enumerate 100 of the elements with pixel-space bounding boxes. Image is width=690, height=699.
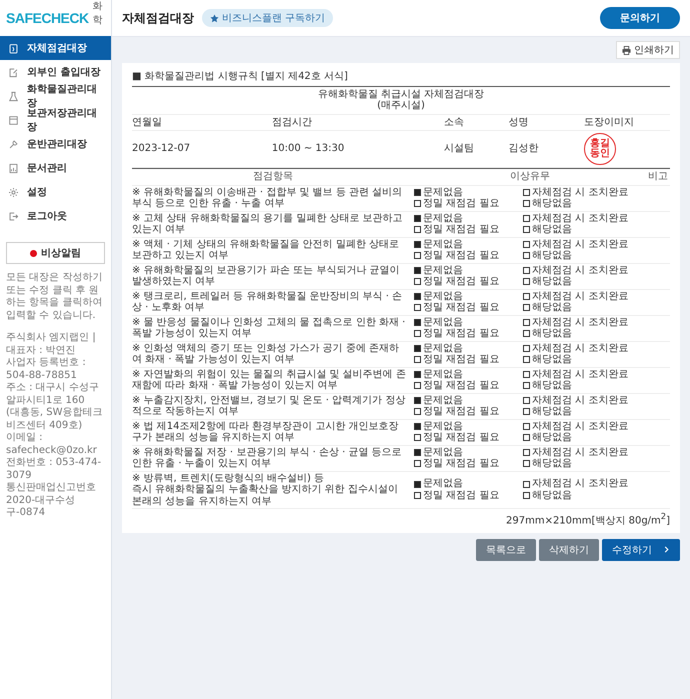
checkbox[interactable] [523, 266, 530, 274]
status-option[interactable]: 자체점검 시 조치완료 [523, 316, 646, 328]
checkbox[interactable] [523, 370, 530, 378]
checkbox[interactable] [523, 356, 530, 364]
checkbox[interactable] [523, 422, 530, 430]
checkbox[interactable] [523, 480, 530, 488]
checkbox[interactable] [414, 460, 421, 468]
checkbox[interactable] [414, 292, 421, 300]
checkbox[interactable] [414, 266, 421, 274]
sidebar-item[interactable]: 운반관리대장 [0, 132, 111, 156]
status-option[interactable]: 자체점검 시 조치완료 [523, 290, 646, 302]
status-option[interactable]: 자체점검 시 조치완료 [523, 238, 646, 250]
checkbox[interactable] [414, 278, 421, 286]
checkbox[interactable] [523, 188, 530, 196]
status-option[interactable]: 문제없음 [414, 316, 517, 328]
action-button[interactable]: 수정하기 [602, 538, 680, 561]
sidebar-item[interactable]: 로그아웃 [0, 204, 111, 228]
checkbox[interactable] [523, 330, 530, 338]
status-option[interactable]: 문제없음 [414, 420, 517, 432]
status-option[interactable]: 문제없음 [414, 238, 517, 250]
sidebar-item[interactable]: 설정 [0, 180, 111, 204]
status-option[interactable]: 자체점검 시 조치완료 [523, 342, 646, 354]
checkbox[interactable] [414, 408, 421, 416]
checkbox[interactable] [523, 292, 530, 300]
checkbox[interactable] [414, 356, 421, 364]
checkbox[interactable] [523, 278, 530, 286]
checkbox[interactable] [523, 434, 530, 442]
status-option[interactable]: 자체점검 시 조치완료 [523, 394, 646, 406]
checkbox[interactable] [523, 226, 530, 234]
status-option[interactable]: 문제없음 [414, 368, 517, 380]
sidebar-item[interactable]: 문서관리 [0, 156, 111, 180]
checkbox[interactable] [414, 448, 421, 456]
status-option[interactable]: 자체점검 시 조치완료 [523, 264, 646, 276]
print-button[interactable]: 인쇄하기 [616, 41, 680, 59]
checkbox[interactable] [523, 200, 530, 208]
status-option[interactable]: 정밀 재점검 필요 [414, 432, 517, 444]
status-option[interactable]: 해당없음 [523, 224, 646, 236]
status-option[interactable]: 문제없음 [414, 478, 517, 490]
checkbox[interactable] [414, 188, 421, 196]
checkbox[interactable] [414, 200, 421, 208]
status-option[interactable]: 정밀 재점검 필요 [414, 198, 517, 210]
action-button[interactable]: 목록으로 [476, 538, 536, 561]
checkbox[interactable] [523, 460, 530, 468]
sidebar-item[interactable]: 보관저장관리대장 [0, 108, 111, 132]
status-option[interactable]: 문제없음 [414, 446, 517, 458]
checkbox[interactable] [523, 344, 530, 352]
status-option[interactable]: 정밀 재점검 필요 [414, 354, 517, 366]
checkbox[interactable] [414, 434, 421, 442]
checkbox[interactable] [523, 396, 530, 404]
status-option[interactable]: 해당없음 [523, 302, 646, 314]
status-option[interactable]: 자체점검 시 조치완료 [523, 478, 646, 490]
action-button[interactable]: 삭제하기 [539, 538, 599, 561]
checkbox[interactable] [523, 492, 530, 499]
subscribe-badge[interactable]: 비즈니스플랜 구독하기 [202, 9, 334, 27]
checkbox[interactable] [523, 214, 530, 222]
status-option[interactable]: 문제없음 [414, 186, 517, 198]
checkbox[interactable] [523, 408, 530, 416]
checkbox[interactable] [523, 318, 530, 326]
sidebar-item[interactable]: 외부인 출입대장 [0, 60, 111, 84]
status-option[interactable]: 문제없음 [414, 342, 517, 354]
status-option[interactable]: 정밀 재점검 필요 [414, 250, 517, 262]
checkbox[interactable] [523, 382, 530, 390]
status-option[interactable]: 자체점검 시 조치완료 [523, 186, 646, 198]
checkbox[interactable] [414, 252, 421, 260]
checkbox[interactable] [414, 480, 421, 488]
checkbox[interactable] [414, 492, 421, 499]
status-option[interactable]: 자체점검 시 조치완료 [523, 446, 646, 458]
status-option[interactable]: 정밀 재점검 필요 [414, 406, 517, 418]
checkbox[interactable] [414, 318, 421, 326]
status-option[interactable]: 해당없음 [523, 432, 646, 444]
status-option[interactable]: 자체점검 시 조치완료 [523, 368, 646, 380]
status-option[interactable]: 정밀 재점검 필요 [414, 380, 517, 392]
status-option[interactable]: 해당없음 [523, 354, 646, 366]
checkbox[interactable] [414, 240, 421, 248]
checkbox[interactable] [414, 396, 421, 404]
sidebar-item[interactable]: 화학물질관리대장 [0, 84, 111, 108]
checkbox[interactable] [414, 422, 421, 430]
checkbox[interactable] [414, 344, 421, 352]
checkbox[interactable] [414, 304, 421, 312]
status-option[interactable]: 정밀 재점검 필요 [414, 302, 517, 314]
status-option[interactable]: 해당없음 [523, 276, 646, 288]
status-option[interactable]: 정밀 재점검 필요 [414, 490, 517, 502]
status-option[interactable]: 정밀 재점검 필요 [414, 224, 517, 236]
status-option[interactable]: 문제없음 [414, 212, 517, 224]
contact-button[interactable]: 문의하기 [600, 7, 680, 29]
status-option[interactable]: 해당없음 [523, 198, 646, 210]
checkbox[interactable] [523, 252, 530, 260]
status-option[interactable]: 정밀 재점검 필요 [414, 458, 517, 470]
status-option[interactable]: 해당없음 [523, 380, 646, 392]
status-option[interactable]: 해당없음 [523, 250, 646, 262]
status-option[interactable]: 해당없음 [523, 458, 646, 470]
status-option[interactable]: 문제없음 [414, 264, 517, 276]
checkbox[interactable] [414, 330, 421, 338]
checkbox[interactable] [414, 226, 421, 234]
status-option[interactable]: 자체점검 시 조치완료 [523, 420, 646, 432]
status-option[interactable]: 해당없음 [523, 490, 646, 502]
emergency-alert-button[interactable]: 비상알림 [6, 242, 105, 264]
checkbox[interactable] [523, 240, 530, 248]
checkbox[interactable] [414, 382, 421, 390]
status-option[interactable]: 정밀 재점검 필요 [414, 276, 517, 288]
